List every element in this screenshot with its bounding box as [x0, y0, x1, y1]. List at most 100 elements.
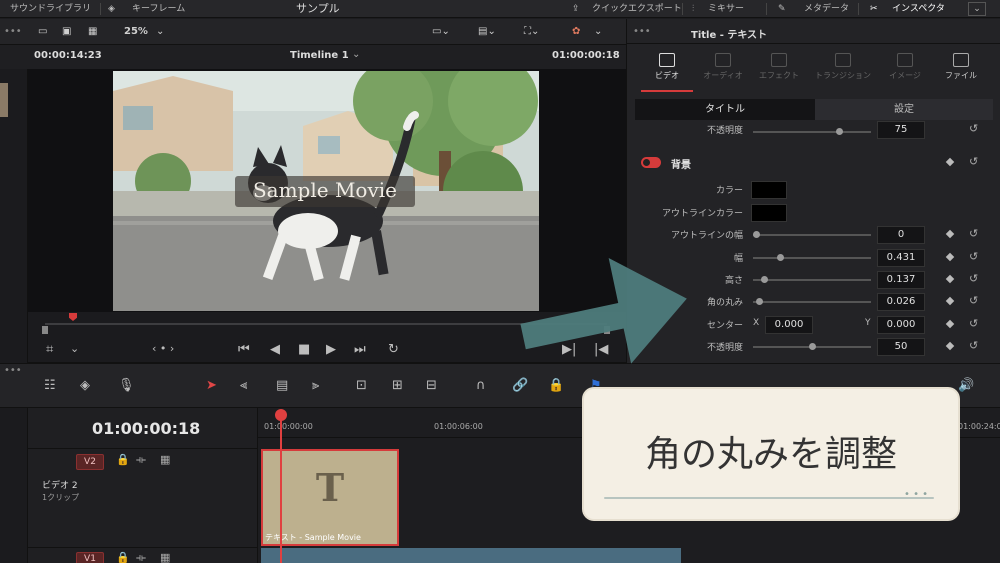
crop-icon[interactable]: ⌗ — [46, 342, 53, 357]
color-swatch[interactable] — [751, 181, 787, 199]
view-options-icon[interactable]: ▭⌄ — [432, 19, 450, 45]
subtab-settings[interactable]: 設定 — [815, 99, 993, 120]
in-point-marker[interactable] — [42, 326, 48, 334]
film-icon[interactable]: ▦ — [160, 551, 170, 563]
trim-icon[interactable]: ⫷ — [240, 378, 247, 393]
play-icon[interactable]: ▶ — [326, 342, 336, 357]
reset-icon[interactable]: ↺ — [969, 294, 978, 307]
track-v1-badge[interactable]: V1 — [76, 552, 104, 563]
slider-knob[interactable] — [760, 276, 768, 283]
link-icon[interactable]: 🔗 — [512, 378, 528, 393]
stop-icon[interactable]: ■ — [298, 342, 310, 357]
lock-icon[interactable]: 🔒 — [116, 551, 130, 563]
reset-icon[interactable]: ↺ — [969, 227, 978, 240]
chevron-down-icon[interactable]: ⌄ — [70, 342, 79, 355]
metadata-button[interactable]: メタデータ — [804, 0, 849, 18]
timeline-playhead[interactable] — [280, 410, 282, 563]
tab-transition[interactable]: トランジション — [815, 53, 871, 81]
clip-icon[interactable]: ▤⌄ — [478, 19, 496, 45]
loop-icon[interactable]: ↻ — [388, 342, 399, 357]
more-icon[interactable]: ••• — [633, 26, 651, 37]
keyframe-diamond-icon[interactable] — [945, 252, 955, 262]
reset-icon[interactable]: ↺ — [969, 250, 978, 263]
reset-icon[interactable]: ↺ — [969, 122, 978, 135]
keyframe-diamond-icon[interactable] — [945, 319, 955, 329]
playhead-marker[interactable] — [69, 313, 77, 321]
tab-video[interactable]: ビデオ — [639, 53, 695, 81]
param-value[interactable]: 50 — [877, 338, 925, 356]
reverse-play-icon[interactable]: ◀ — [270, 342, 280, 357]
keyframe-button[interactable]: キーフレーム — [132, 0, 185, 18]
reset-icon[interactable]: ↺ — [969, 317, 978, 330]
more-icon[interactable]: ••• — [4, 365, 22, 376]
slider-knob[interactable] — [753, 231, 760, 238]
center-y-value[interactable]: 0.000 — [877, 316, 925, 334]
film-icon[interactable]: ▦ — [88, 19, 97, 45]
keyframe-diamond-icon[interactable] — [945, 296, 955, 306]
param-slider[interactable] — [753, 254, 871, 261]
tab-image[interactable]: イメージ — [877, 53, 933, 81]
auto-select-icon[interactable]: ⟛ — [136, 453, 146, 467]
more-icon[interactable]: ••• — [4, 19, 22, 45]
param-value[interactable]: 0.431 — [877, 249, 925, 267]
insert-icon[interactable]: ⊡ — [356, 378, 367, 393]
inspector-button[interactable]: インスペクタ — [892, 0, 945, 18]
param-value[interactable]: 0.026 — [877, 293, 925, 311]
zoom-select[interactable]: 25% — [124, 19, 148, 45]
reset-icon[interactable]: ↺ — [969, 272, 978, 285]
snap-icon[interactable]: ∩ — [476, 378, 486, 393]
timeline-view-icon[interactable]: ☷ — [44, 378, 56, 393]
keyframe-diamond-icon[interactable] — [945, 157, 955, 167]
slider-knob[interactable] — [756, 298, 764, 305]
param-slider[interactable] — [753, 276, 871, 283]
reset-icon[interactable]: ↺ — [969, 155, 978, 168]
media-thumbnail[interactable] — [0, 83, 8, 117]
chevron-down-icon[interactable]: ⌄ — [594, 19, 602, 45]
pointer-icon[interactable]: ➤ — [206, 378, 217, 393]
tab-effects[interactable]: エフェクト — [751, 53, 807, 81]
slider-knob[interactable] — [808, 343, 816, 350]
timeline-name[interactable]: Timeline 1 — [290, 50, 349, 61]
center-x-value[interactable]: 0.000 — [765, 316, 813, 334]
monitor-icon[interactable]: ▣ — [62, 19, 71, 45]
keyframe-diamond-icon[interactable] — [945, 229, 955, 239]
blade-icon[interactable]: ⫸ — [312, 378, 319, 393]
tab-audio[interactable]: オーディオ — [695, 53, 751, 81]
sound-library-button[interactable]: サウンドライブラリ — [10, 0, 91, 18]
replace-icon[interactable]: ⊟ — [426, 378, 437, 393]
param-slider[interactable] — [753, 128, 871, 135]
param-slider[interactable] — [753, 298, 871, 305]
keyframe-diamond-icon[interactable] — [945, 341, 955, 351]
overwrite-icon[interactable]: ⊞ — [392, 378, 403, 393]
jog-icon[interactable]: ‹ • › — [152, 342, 174, 355]
video-clip[interactable] — [261, 548, 681, 563]
param-value[interactable]: 0 — [877, 226, 925, 244]
subtab-title[interactable]: タイトル — [635, 99, 815, 120]
keyframe-view-icon[interactable]: ◈ — [80, 378, 90, 393]
tab-file[interactable]: ファイル — [933, 53, 989, 81]
quick-export-button[interactable]: クイックエクスポート — [592, 0, 682, 18]
mixer-button[interactable]: ミキサー — [708, 0, 744, 18]
param-slider[interactable] — [753, 231, 871, 238]
dynamic-trim-icon[interactable]: ▤ — [276, 378, 288, 393]
chevron-down-icon[interactable]: ⌄ — [968, 2, 986, 16]
chevron-down-icon[interactable]: ⌄ — [156, 19, 164, 45]
playhead-handle[interactable] — [275, 409, 287, 421]
chevron-down-icon[interactable]: ⌄ — [352, 49, 360, 60]
lock-icon[interactable]: 🔒 — [116, 453, 130, 466]
go-to-end-icon[interactable]: ⏭ — [354, 342, 366, 357]
param-value[interactable]: 75 — [877, 121, 925, 139]
transform-icon[interactable]: ⛶⌄ — [524, 19, 539, 45]
layout-icon[interactable]: ▭ — [38, 19, 47, 45]
keyframe-diamond-icon[interactable] — [945, 274, 955, 284]
reset-icon[interactable]: ↺ — [969, 339, 978, 352]
microphone-icon[interactable]: 🎙 — [118, 378, 135, 393]
color-wheel-icon[interactable]: ✿ — [572, 19, 580, 45]
lock-icon[interactable]: 🔒 — [548, 378, 564, 393]
outline-color-swatch[interactable] — [751, 204, 787, 222]
track-v2-badge[interactable]: V2 — [76, 454, 104, 470]
slider-knob[interactable] — [777, 254, 785, 261]
volume-icon[interactable]: 🔊 — [958, 378, 974, 393]
slider-knob[interactable] — [836, 128, 844, 135]
param-slider[interactable] — [753, 343, 871, 350]
